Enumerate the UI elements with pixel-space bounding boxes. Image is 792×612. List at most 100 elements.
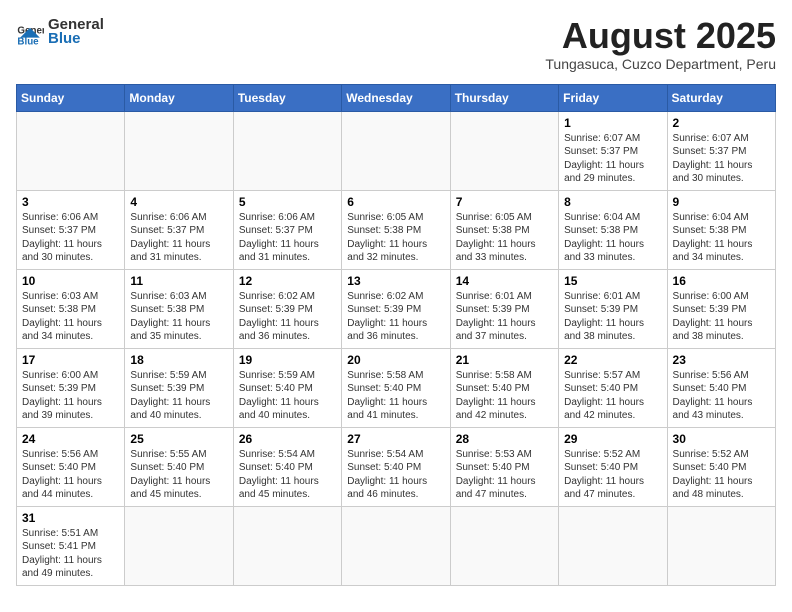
- day-number: 29: [564, 432, 661, 446]
- day-number: 31: [22, 511, 119, 525]
- day-number: 27: [347, 432, 444, 446]
- calendar-cell: 12 Sunrise: 6:02 AM Sunset: 5:39 PM Dayli…: [233, 269, 341, 348]
- day-info: Sunrise: 6:06 AM Sunset: 5:37 PM Dayligh…: [130, 211, 227, 265]
- day-number: 2: [673, 116, 770, 130]
- day-number: 16: [673, 274, 770, 288]
- title-block: August 2025 Tungasuca, Cuzco Department,…: [545, 16, 776, 72]
- day-info: Sunrise: 5:51 AM Sunset: 5:41 PM Dayligh…: [22, 527, 119, 581]
- week-row: 3 Sunrise: 6:06 AM Sunset: 5:37 PM Daylig…: [17, 190, 776, 269]
- day-number: 21: [456, 353, 553, 367]
- day-number: 23: [673, 353, 770, 367]
- calendar-cell: 1 Sunrise: 6:07 AM Sunset: 5:37 PM Daylig…: [559, 111, 667, 190]
- day-info: Sunrise: 6:01 AM Sunset: 5:39 PM Dayligh…: [456, 290, 553, 344]
- day-info: Sunrise: 6:07 AM Sunset: 5:37 PM Dayligh…: [673, 132, 770, 186]
- calendar-cell: 26 Sunrise: 5:54 AM Sunset: 5:40 PM Dayli…: [233, 427, 341, 506]
- week-row: 1 Sunrise: 6:07 AM Sunset: 5:37 PM Daylig…: [17, 111, 776, 190]
- day-info: Sunrise: 5:52 AM Sunset: 5:40 PM Dayligh…: [564, 448, 661, 502]
- day-number: 8: [564, 195, 661, 209]
- day-info: Sunrise: 5:58 AM Sunset: 5:40 PM Dayligh…: [456, 369, 553, 423]
- day-info: Sunrise: 6:04 AM Sunset: 5:38 PM Dayligh…: [673, 211, 770, 265]
- calendar-cell: 5Sunrise: 6:06 AM Sunset: 5:37 PM Daylig…: [233, 190, 341, 269]
- day-number: 3: [22, 195, 119, 209]
- calendar-cell: [450, 111, 558, 190]
- day-number: 5: [239, 195, 336, 209]
- day-info: Sunrise: 5:59 AM Sunset: 5:39 PM Dayligh…: [130, 369, 227, 423]
- calendar-cell: 9 Sunrise: 6:04 AM Sunset: 5:38 PM Daylig…: [667, 190, 775, 269]
- day-info: Sunrise: 5:59 AM Sunset: 5:40 PM Dayligh…: [239, 369, 336, 423]
- col-header-thursday: Thursday: [450, 84, 558, 111]
- calendar-title: August 2025: [545, 16, 776, 56]
- day-number: 10: [22, 274, 119, 288]
- calendar-cell: [667, 506, 775, 585]
- logo-icon: General Blue: [16, 18, 44, 46]
- day-info: Sunrise: 5:56 AM Sunset: 5:40 PM Dayligh…: [22, 448, 119, 502]
- day-info: Sunrise: 6:07 AM Sunset: 5:37 PM Dayligh…: [564, 132, 661, 186]
- day-info: Sunrise: 6:01 AM Sunset: 5:39 PM Dayligh…: [564, 290, 661, 344]
- day-number: 20: [347, 353, 444, 367]
- calendar-cell: 3 Sunrise: 6:06 AM Sunset: 5:37 PM Daylig…: [17, 190, 125, 269]
- calendar-cell: 30 Sunrise: 5:52 AM Sunset: 5:40 PM Dayli…: [667, 427, 775, 506]
- day-number: 9: [673, 195, 770, 209]
- calendar-cell: [342, 506, 450, 585]
- calendar-cell: 23 Sunrise: 5:56 AM Sunset: 5:40 PM Dayli…: [667, 348, 775, 427]
- day-info: Sunrise: 5:54 AM Sunset: 5:40 PM Dayligh…: [239, 448, 336, 502]
- calendar-cell: 2 Sunrise: 6:07 AM Sunset: 5:37 PM Daylig…: [667, 111, 775, 190]
- day-number: 12: [239, 274, 336, 288]
- calendar-cell: 14 Sunrise: 6:01 AM Sunset: 5:39 PM Dayli…: [450, 269, 558, 348]
- day-info: Sunrise: 5:55 AM Sunset: 5:40 PM Dayligh…: [130, 448, 227, 502]
- col-header-saturday: Saturday: [667, 84, 775, 111]
- calendar-cell: [450, 506, 558, 585]
- week-row: 24Sunrise: 5:56 AM Sunset: 5:40 PM Dayli…: [17, 427, 776, 506]
- calendar-cell: 29 Sunrise: 5:52 AM Sunset: 5:40 PM Dayli…: [559, 427, 667, 506]
- calendar-cell: 16 Sunrise: 6:00 AM Sunset: 5:39 PM Dayli…: [667, 269, 775, 348]
- calendar-cell: 6Sunrise: 6:05 AM Sunset: 5:38 PM Daylig…: [342, 190, 450, 269]
- day-info: Sunrise: 6:03 AM Sunset: 5:38 PM Dayligh…: [22, 290, 119, 344]
- page-header: General Blue General Blue August 2025 Tu…: [16, 16, 776, 72]
- calendar-cell: [17, 111, 125, 190]
- day-info: Sunrise: 5:54 AM Sunset: 5:40 PM Dayligh…: [347, 448, 444, 502]
- day-info: Sunrise: 6:02 AM Sunset: 5:39 PM Dayligh…: [239, 290, 336, 344]
- calendar-cell: 18 Sunrise: 5:59 AM Sunset: 5:39 PM Dayli…: [125, 348, 233, 427]
- day-info: Sunrise: 5:58 AM Sunset: 5:40 PM Dayligh…: [347, 369, 444, 423]
- day-info: Sunrise: 6:03 AM Sunset: 5:38 PM Dayligh…: [130, 290, 227, 344]
- day-info: Sunrise: 5:52 AM Sunset: 5:40 PM Dayligh…: [673, 448, 770, 502]
- calendar-cell: [342, 111, 450, 190]
- day-info: Sunrise: 5:53 AM Sunset: 5:40 PM Dayligh…: [456, 448, 553, 502]
- calendar-cell: 19 Sunrise: 5:59 AM Sunset: 5:40 PM Dayli…: [233, 348, 341, 427]
- week-row: 10 Sunrise: 6:03 AM Sunset: 5:38 PM Dayli…: [17, 269, 776, 348]
- day-number: 1: [564, 116, 661, 130]
- day-info: Sunrise: 6:00 AM Sunset: 5:39 PM Dayligh…: [673, 290, 770, 344]
- day-number: 13: [347, 274, 444, 288]
- calendar-cell: 17Sunrise: 6:00 AM Sunset: 5:39 PM Dayli…: [17, 348, 125, 427]
- calendar-cell: 15Sunrise: 6:01 AM Sunset: 5:39 PM Dayli…: [559, 269, 667, 348]
- calendar-cell: 27 Sunrise: 5:54 AM Sunset: 5:40 PM Dayli…: [342, 427, 450, 506]
- calendar-cell: [559, 506, 667, 585]
- logo: General Blue General Blue: [16, 16, 104, 48]
- day-number: 19: [239, 353, 336, 367]
- day-info: Sunrise: 6:06 AM Sunset: 5:37 PM Dayligh…: [22, 211, 119, 265]
- col-header-monday: Monday: [125, 84, 233, 111]
- day-number: 14: [456, 274, 553, 288]
- calendar-cell: [233, 506, 341, 585]
- day-number: 18: [130, 353, 227, 367]
- day-info: Sunrise: 6:05 AM Sunset: 5:38 PM Dayligh…: [456, 211, 553, 265]
- day-number: 28: [456, 432, 553, 446]
- day-info: Sunrise: 6:04 AM Sunset: 5:38 PM Dayligh…: [564, 211, 661, 265]
- calendar-cell: 8 Sunrise: 6:04 AM Sunset: 5:38 PM Daylig…: [559, 190, 667, 269]
- day-number: 22: [564, 353, 661, 367]
- header-row: SundayMondayTuesdayWednesdayThursdayFrid…: [17, 84, 776, 111]
- calendar-cell: 20 Sunrise: 5:58 AM Sunset: 5:40 PM Dayli…: [342, 348, 450, 427]
- calendar-cell: 10 Sunrise: 6:03 AM Sunset: 5:38 PM Dayli…: [17, 269, 125, 348]
- day-number: 25: [130, 432, 227, 446]
- day-info: Sunrise: 6:05 AM Sunset: 5:38 PM Dayligh…: [347, 211, 444, 265]
- calendar-cell: [125, 111, 233, 190]
- day-number: 26: [239, 432, 336, 446]
- day-info: Sunrise: 5:57 AM Sunset: 5:40 PM Dayligh…: [564, 369, 661, 423]
- week-row: 31 Sunrise: 5:51 AM Sunset: 5:41 PM Dayli…: [17, 506, 776, 585]
- day-number: 30: [673, 432, 770, 446]
- calendar-table: SundayMondayTuesdayWednesdayThursdayFrid…: [16, 84, 776, 586]
- col-header-tuesday: Tuesday: [233, 84, 341, 111]
- day-info: Sunrise: 5:56 AM Sunset: 5:40 PM Dayligh…: [673, 369, 770, 423]
- week-row: 17Sunrise: 6:00 AM Sunset: 5:39 PM Dayli…: [17, 348, 776, 427]
- calendar-cell: 7Sunrise: 6:05 AM Sunset: 5:38 PM Daylig…: [450, 190, 558, 269]
